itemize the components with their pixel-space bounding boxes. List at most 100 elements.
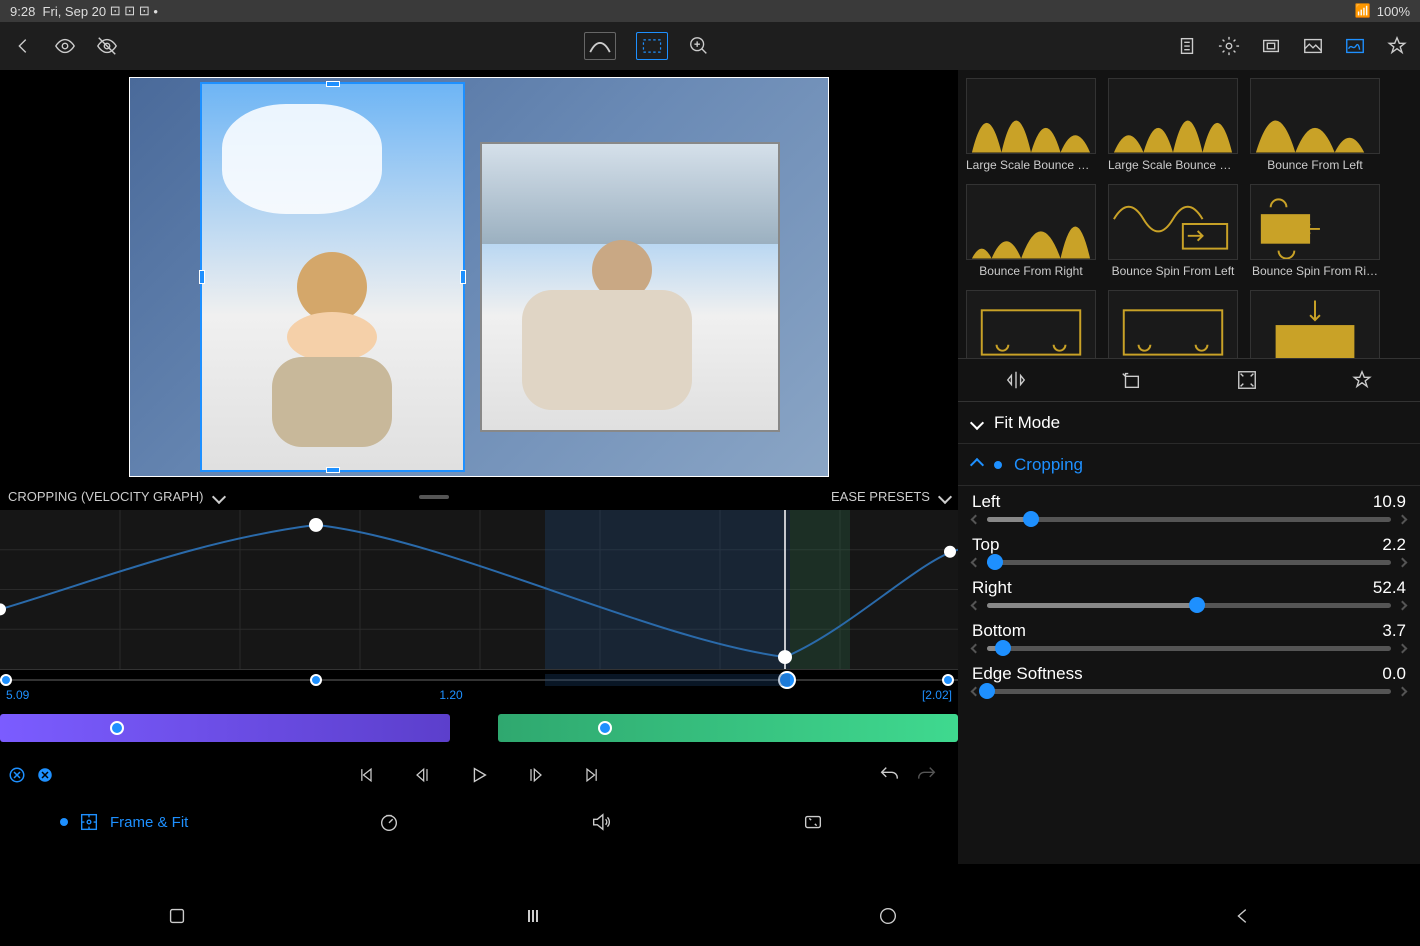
- select-tool-icon[interactable]: [636, 32, 668, 60]
- effects-icon[interactable]: [802, 811, 824, 833]
- chevron-down-icon: [970, 415, 984, 429]
- velocity-graph[interactable]: [0, 510, 958, 670]
- back-nav-icon[interactable]: [1232, 905, 1254, 927]
- graph-title: CROPPING (VELOCITY GRAPH): [8, 489, 204, 504]
- slider-bottom: Bottom 3.7: [958, 615, 1420, 658]
- keyframe-dot[interactable]: [0, 674, 12, 686]
- ease-presets-dropdown-icon[interactable]: [938, 489, 952, 503]
- delete-kf-icon[interactable]: [8, 766, 26, 784]
- preview-viewport[interactable]: [0, 70, 958, 483]
- slider-edge-softness: Edge Softness 0.0: [958, 658, 1420, 701]
- keyframe-dot[interactable]: [942, 674, 954, 686]
- delete-kf-fill-icon[interactable]: [36, 766, 54, 784]
- section-label: Fit Mode: [994, 413, 1060, 433]
- recents-icon[interactable]: [166, 905, 188, 927]
- section-cropping[interactable]: Cropping: [958, 444, 1420, 486]
- graph-panel-icon[interactable]: [1344, 35, 1366, 57]
- slider-thumb[interactable]: [995, 640, 1011, 656]
- graph-title-dropdown-icon[interactable]: [211, 489, 225, 503]
- battery-text: 100%: [1377, 4, 1410, 19]
- curve-tool-icon[interactable]: [584, 32, 616, 60]
- slider-track[interactable]: [987, 603, 1391, 608]
- chevron-up-icon: [970, 457, 984, 471]
- active-dot-icon: [994, 461, 1002, 469]
- aspect-icon[interactable]: [1260, 35, 1282, 57]
- slider-next-icon[interactable]: [1398, 687, 1408, 697]
- slider-thumb[interactable]: [987, 554, 1003, 570]
- slider-track[interactable]: [987, 689, 1391, 694]
- slider-value: 2.2: [1382, 535, 1406, 555]
- frame-fit-label[interactable]: Frame & Fit: [110, 814, 188, 831]
- eye-icon[interactable]: [54, 35, 76, 57]
- preset-item[interactable]: Bounce Spin From Ri…: [1250, 184, 1380, 278]
- ease-presets-label: EASE PRESETS: [831, 489, 930, 504]
- rotate-icon[interactable]: [1120, 369, 1142, 391]
- time-label: 5.09: [6, 688, 29, 702]
- keyframe-ruler[interactable]: 5.09 1.20 [2.02]: [0, 670, 958, 710]
- keyframe-dot[interactable]: [310, 674, 322, 686]
- next-frame-icon[interactable]: [526, 765, 546, 785]
- recent-apps-icon[interactable]: [521, 907, 545, 925]
- preset-item[interactable]: Bounce From Left: [1250, 78, 1380, 172]
- redo-icon[interactable]: [916, 764, 938, 786]
- clipboard-icon[interactable]: [1176, 35, 1198, 57]
- status-bar: 9:28 Fri, Sep 20 ⊡ ⊡ ⊡ • 📶 100%: [0, 0, 1420, 22]
- slider-label: Right: [972, 578, 1012, 598]
- picture-icon[interactable]: [1302, 35, 1324, 57]
- slider-prev-icon[interactable]: [971, 601, 981, 611]
- preset-item[interactable]: Large Scale Bounce From …: [966, 78, 1096, 172]
- slider-prev-icon[interactable]: [971, 558, 981, 568]
- zoom-in-icon[interactable]: [688, 35, 710, 57]
- preset-item[interactable]: [1250, 290, 1380, 358]
- preset-item[interactable]: Large Scale Bounce From …: [1108, 78, 1238, 172]
- slider-next-icon[interactable]: [1398, 558, 1408, 568]
- slider-next-icon[interactable]: [1398, 644, 1408, 654]
- slider-track[interactable]: [987, 646, 1391, 651]
- back-icon[interactable]: [12, 35, 34, 57]
- slider-thumb[interactable]: [979, 683, 995, 699]
- preset-grid: Large Scale Bounce From … Large Scale Bo…: [958, 70, 1420, 358]
- goto-start-icon[interactable]: [356, 765, 376, 785]
- slider-label: Edge Softness: [972, 664, 1083, 684]
- layer-1-selected[interactable]: [200, 82, 465, 472]
- preset-item[interactable]: Bounce Spin From Left: [1108, 184, 1238, 278]
- star-icon[interactable]: [1386, 35, 1408, 57]
- android-nav-bar: [0, 886, 1420, 946]
- speed-icon[interactable]: [378, 811, 400, 833]
- goto-end-icon[interactable]: [582, 765, 602, 785]
- slider-prev-icon[interactable]: [971, 644, 981, 654]
- layer-2[interactable]: [480, 142, 780, 432]
- slider-value: 3.7: [1382, 621, 1406, 641]
- slider-thumb[interactable]: [1189, 597, 1205, 613]
- slider-label: Bottom: [972, 621, 1026, 641]
- slider-thumb[interactable]: [1023, 511, 1039, 527]
- section-fit-mode[interactable]: Fit Mode: [958, 402, 1420, 444]
- preset-item[interactable]: Bounce From Right: [966, 184, 1096, 278]
- slider-top: Top 2.2: [958, 529, 1420, 572]
- undo-icon[interactable]: [878, 764, 900, 786]
- slider-track[interactable]: [987, 560, 1391, 565]
- play-icon[interactable]: [468, 764, 490, 786]
- clip-track[interactable]: [0, 714, 958, 750]
- mirror-icon[interactable]: [1005, 369, 1027, 391]
- slider-track[interactable]: [987, 517, 1391, 522]
- time-label: 1.20: [439, 688, 462, 702]
- slider-prev-icon[interactable]: [971, 515, 981, 525]
- wifi-icon: 📶: [1355, 3, 1371, 19]
- slider-next-icon[interactable]: [1398, 515, 1408, 525]
- preset-item[interactable]: [1108, 290, 1238, 358]
- eye-off-icon[interactable]: [96, 35, 118, 57]
- fit-icon[interactable]: [1236, 369, 1258, 391]
- audio-icon[interactable]: [590, 811, 612, 833]
- gear-icon[interactable]: [1218, 35, 1240, 57]
- active-dot-icon: [60, 818, 68, 826]
- clip-1[interactable]: [0, 714, 450, 742]
- frame-fit-icon[interactable]: [78, 811, 100, 833]
- preset-item[interactable]: [966, 290, 1096, 358]
- slider-next-icon[interactable]: [1398, 601, 1408, 611]
- drag-handle-icon[interactable]: [419, 495, 449, 499]
- prev-frame-icon[interactable]: [412, 765, 432, 785]
- star-tab-icon[interactable]: [1351, 369, 1373, 391]
- clip-2[interactable]: [498, 714, 958, 742]
- home-icon[interactable]: [877, 905, 899, 927]
